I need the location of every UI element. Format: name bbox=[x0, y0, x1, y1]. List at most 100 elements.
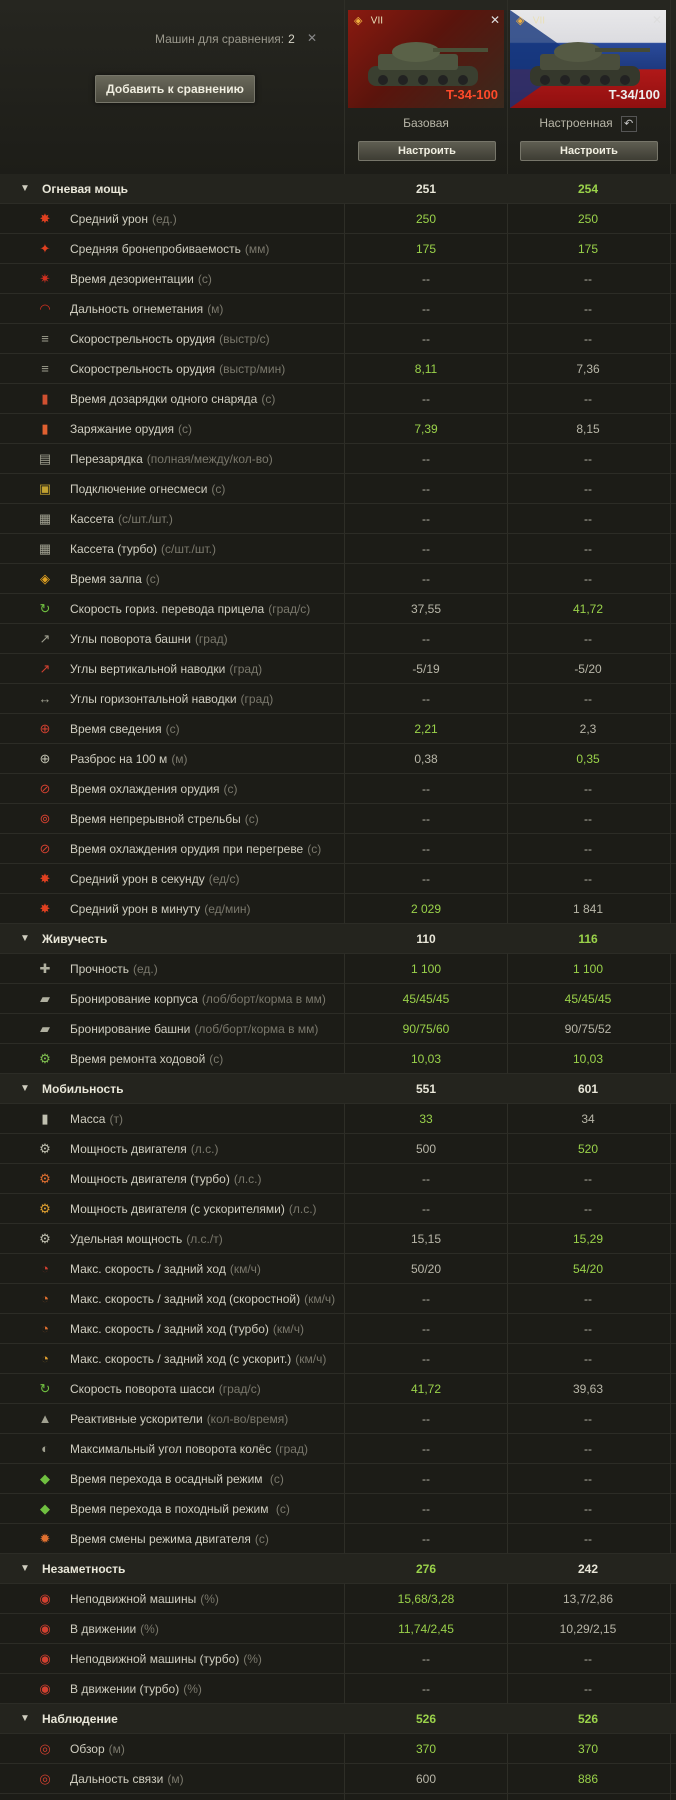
vehicle-1-value: 15,68/3,28 bbox=[397, 1592, 455, 1606]
row-label-text: Макс. скорость / задний ход bbox=[70, 1262, 226, 1276]
row-unit: (град/с) bbox=[268, 602, 311, 616]
vehicle-card-1: ◈ VII ✕ T-34-100 Базовая Настроить bbox=[346, 0, 506, 172]
row-unit: (с) bbox=[223, 782, 238, 796]
row-unit: (мм) bbox=[244, 242, 270, 256]
medium-tank-class-icon: ◈ bbox=[516, 15, 525, 27]
section-header-row[interactable]: ▼ Огневая мощь 251 254 bbox=[0, 174, 676, 204]
stat-row: ◔ Макс. скорость / задний ход (скоростной… bbox=[0, 1284, 676, 1314]
vehicle-2-value: -- bbox=[584, 512, 592, 526]
row-label-text: Углы поворота башни bbox=[70, 632, 191, 646]
row-label: Углы поворота башни (град) bbox=[70, 624, 228, 654]
vehicle-2-value: -- bbox=[584, 812, 592, 826]
row-label: Неподвижной машины (турбо) (%) bbox=[70, 1644, 262, 1674]
collapse-arrow-icon[interactable]: ▼ bbox=[20, 174, 30, 204]
row-label-text: Наблюдение bbox=[42, 1712, 118, 1726]
dispersion-icon: ⊕ bbox=[39, 751, 51, 766]
vehicle-1-value: 10,03 bbox=[410, 1052, 442, 1066]
row-label: В движении (турбо) (%) bbox=[70, 1674, 202, 1704]
stat-row: ▲ Реактивные ускорители (кол-во/время) -- -- bbox=[0, 1404, 676, 1434]
row-label: Время дезориентации (с) bbox=[70, 264, 212, 294]
row-label-text: Мощность двигателя bbox=[70, 1142, 187, 1156]
vehicle-2-value: 175 bbox=[577, 242, 599, 256]
collapse-arrow-icon[interactable]: ▼ bbox=[20, 924, 30, 954]
section-header-row[interactable]: ▼ Живучесть 110 116 bbox=[0, 924, 676, 954]
row-label: Бронирование корпуса (лоб/борт/корма в мм… bbox=[70, 984, 326, 1014]
row-label: Время охлаждения орудия (с) bbox=[70, 774, 238, 804]
clear-comparison-close-icon[interactable]: ✕ bbox=[307, 31, 317, 45]
continuous-fire-icon: ⊚ bbox=[39, 811, 51, 826]
row-label: Мощность двигателя (турбо) (л.с.) bbox=[70, 1164, 262, 1194]
row-label-text: Бронирование корпуса bbox=[70, 992, 198, 1006]
row-unit: (ед/с) bbox=[208, 872, 240, 886]
row-label: Кассета (с/шт./шт.) bbox=[70, 504, 173, 534]
row-unit: (л.с./т) bbox=[186, 1232, 223, 1246]
row-label-text: Дальность огнеметания bbox=[70, 302, 204, 316]
aim-time-icon: ⊕ bbox=[39, 721, 51, 736]
stat-row: ⊚ Время непрерывной стрельбы (с) -- -- bbox=[0, 804, 676, 834]
stat-row: ≡ Скорострельность орудия (выстр/мин) 8,11 7… bbox=[0, 354, 676, 384]
row-unit: (с) bbox=[254, 1532, 269, 1546]
stat-row: ⊘ Время охлаждения орудия при перегреве (с… bbox=[0, 834, 676, 864]
compare-label-text: Машин для сравнения: bbox=[155, 32, 285, 46]
section-header-row[interactable]: ▼ Мобильность 551 601 bbox=[0, 1074, 676, 1104]
stat-row: ◆ Время перехода в осадный режим (с) -- -- bbox=[0, 1464, 676, 1494]
remove-vehicle-close-icon[interactable]: ✕ bbox=[652, 13, 662, 27]
row-label-text: Время перехода в походный режим bbox=[70, 1502, 269, 1516]
vehicle-2-value: -- bbox=[584, 572, 592, 586]
add-to-comparison-button[interactable]: Добавить к сравнению bbox=[95, 75, 255, 103]
row-unit: (град) bbox=[275, 1442, 308, 1456]
row-label: Масса (т) bbox=[70, 1104, 123, 1134]
stat-row: ⚙ Мощность двигателя (турбо) (л.с.) -- -- bbox=[0, 1164, 676, 1194]
row-label: Перезарядка (полная/между/кол-во) bbox=[70, 444, 273, 474]
vehicle-2-value: -- bbox=[584, 1442, 592, 1456]
stat-row: ↗ Углы вертикальной наводки (град) -5/19 -5/… bbox=[0, 654, 676, 684]
speed-fast-icon: ◔ bbox=[41, 1291, 49, 1306]
section-header-row[interactable]: ▼ Незаметность 276 242 bbox=[0, 1554, 676, 1584]
collapse-arrow-icon[interactable]: ▼ bbox=[20, 1074, 30, 1104]
stat-row: ✷ Время дезориентации (с) -- -- bbox=[0, 264, 676, 294]
clip-turbo-icon: ▦ bbox=[38, 541, 52, 556]
row-label-text: Макс. скорость / задний ход (турбо) bbox=[70, 1322, 269, 1336]
row-label-text: Кассета bbox=[70, 512, 114, 526]
vehicle-2-value: -- bbox=[584, 1532, 592, 1546]
row-label-text: Макс. скорость / задний ход (с ускорит.) bbox=[70, 1352, 292, 1366]
row-unit: (с) bbox=[165, 722, 180, 736]
row-label-text: Скорость гориз. перевода прицела bbox=[70, 602, 265, 616]
vehicle-1-value: -- bbox=[422, 452, 430, 466]
stat-row: ⊕ Разброс на 100 м (м) 0,38 0,35 bbox=[0, 744, 676, 774]
vehicle-1-value: -- bbox=[422, 1172, 430, 1186]
tier-text: VII bbox=[370, 15, 384, 27]
row-label-text: Скорость поворота шасси bbox=[70, 1382, 215, 1396]
row-label: Средний урон (ед.) bbox=[70, 204, 177, 234]
salvo-icon: ◈ bbox=[40, 571, 50, 586]
row-label: Средний урон в секунду (ед/с) bbox=[70, 864, 239, 894]
vehicle-thumbnail[interactable]: ◈ VII ✕ T-34-100 bbox=[348, 10, 504, 108]
configure-button[interactable]: Настроить bbox=[358, 141, 496, 161]
dps-icon: ✸ bbox=[39, 871, 51, 886]
siege-mode-icon: ◆ bbox=[40, 1471, 50, 1486]
reset-config-icon[interactable]: ↶ bbox=[620, 116, 637, 132]
remove-vehicle-close-icon[interactable]: ✕ bbox=[490, 13, 500, 27]
vehicle-1-value: 0,38 bbox=[414, 752, 438, 766]
collapse-arrow-icon[interactable]: ▼ bbox=[20, 1554, 30, 1584]
engine-turbo-icon: ⚙ bbox=[39, 1171, 51, 1186]
traverse-speed-icon: ↻ bbox=[39, 601, 51, 616]
stat-row: ◉ Неподвижной машины (турбо) (%) -- -- bbox=[0, 1644, 676, 1674]
vehicle-thumbnail[interactable]: ◈ VII ✕ T-34/100 bbox=[510, 10, 666, 108]
row-unit: (выстр/мин) bbox=[219, 362, 286, 376]
row-unit: (лоб/борт/корма в мм) bbox=[194, 1022, 319, 1036]
collapse-arrow-icon[interactable]: ▼ bbox=[20, 1704, 30, 1734]
vehicle-2-value: 39,63 bbox=[572, 1382, 604, 1396]
stat-row: ◠ Дальность огнеметания (м) -- -- bbox=[0, 294, 676, 324]
section-header-row[interactable]: ▼ Наблюдение 526 526 bbox=[0, 1704, 676, 1734]
vehicle-2-value: -- bbox=[584, 1502, 592, 1516]
row-label: Мощность двигателя (с ускорителями) (л.с.… bbox=[70, 1194, 317, 1224]
row-label: Живучесть bbox=[42, 924, 107, 954]
stat-row: ⚙ Время ремонта ходовой (с) 10,03 10,03 bbox=[0, 1044, 676, 1074]
vehicle-1-value: 15,15 bbox=[410, 1232, 442, 1246]
row-unit: (м) bbox=[171, 752, 188, 766]
stat-row: ◎ Дальность связи (м) 600 886 bbox=[0, 1764, 676, 1794]
configure-button[interactable]: Настроить bbox=[520, 141, 658, 161]
vehicle-2-value: -- bbox=[584, 1412, 592, 1426]
vehicle-2-value: 601 bbox=[577, 1082, 599, 1096]
